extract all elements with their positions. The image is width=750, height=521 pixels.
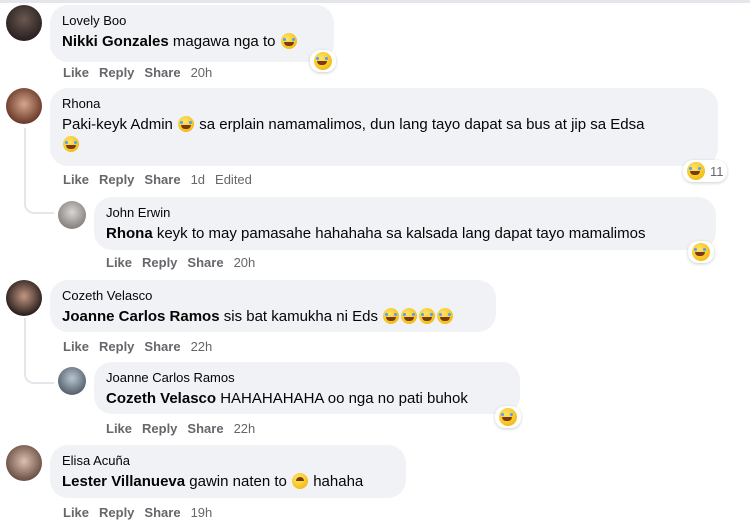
comment-timestamp[interactable]: 20h: [234, 255, 256, 270]
mention-link[interactable]: Lester Villanueva: [62, 473, 185, 490]
haha-reaction-icon: [314, 52, 332, 70]
crying-emoji-icon: [419, 308, 436, 324]
avatar[interactable]: [6, 5, 42, 41]
laughing-crying-emoji-icon: [63, 136, 79, 152]
comment-actions: Like Reply Share 22h: [106, 421, 265, 436]
haha-reaction-icon: [499, 408, 517, 426]
avatar[interactable]: [58, 367, 86, 395]
comment-actions: Like Reply Share 20h: [106, 255, 265, 270]
comment-timestamp[interactable]: 22h: [191, 339, 213, 354]
avatar[interactable]: [6, 280, 42, 316]
comment-text: hahaha: [309, 473, 364, 490]
comment-text: sis bat kamukha ni Eds: [219, 308, 378, 325]
comment-actions: Like Reply Share 22h: [63, 339, 222, 354]
mention-link[interactable]: Nikki Gonzales: [62, 33, 169, 50]
comment-actions: Like Reply Share 20h: [63, 65, 222, 80]
edited-label: Edited: [215, 172, 252, 187]
like-button[interactable]: Like: [106, 421, 132, 436]
like-button[interactable]: Like: [106, 255, 132, 270]
like-button[interactable]: Like: [63, 172, 89, 187]
crying-emoji-icon: [401, 308, 418, 324]
comment-timestamp[interactable]: 20h: [191, 65, 213, 80]
top-divider: [0, 0, 750, 3]
avatar[interactable]: [6, 445, 42, 481]
crying-emoji-icon: [383, 308, 400, 324]
reply-button[interactable]: Reply: [142, 421, 177, 436]
comment-author[interactable]: Rhona: [62, 96, 706, 111]
comment-author[interactable]: Joanne Carlos Ramos: [106, 370, 508, 385]
mention-link[interactable]: Rhona: [106, 225, 153, 242]
reaction-summary[interactable]: [310, 50, 336, 72]
reaction-summary[interactable]: 11: [683, 160, 727, 182]
mention-link[interactable]: Cozeth Velasco: [106, 390, 216, 407]
like-button[interactable]: Like: [63, 65, 89, 80]
mention-link[interactable]: Joanne Carlos Ramos: [62, 308, 220, 325]
reply-bubble: Joanne Carlos Ramos Cozeth Velasco HAHAH…: [94, 362, 520, 414]
like-button[interactable]: Like: [63, 505, 89, 520]
comment-bubble: Rhona Paki-keyk Admin sa erplain namamal…: [50, 88, 718, 166]
comment-timestamp[interactable]: 1d: [191, 172, 205, 187]
comment-author[interactable]: Elisa Acuña: [62, 453, 394, 468]
comment-bubble: Lovely Boo Nikki Gonzales magawa nga to: [50, 5, 334, 62]
comment-text: magawa nga to: [168, 33, 276, 50]
comment-timestamp[interactable]: 19h: [191, 505, 213, 520]
haha-reaction-icon: [687, 162, 705, 180]
reply-button[interactable]: Reply: [142, 255, 177, 270]
avatar[interactable]: [6, 88, 42, 124]
comment-text: keyk to may pamasahe hahahaha sa kalsada…: [152, 225, 646, 242]
share-button[interactable]: Share: [144, 339, 180, 354]
comment-author[interactable]: Lovely Boo: [62, 13, 322, 28]
reaction-summary[interactable]: [688, 241, 714, 263]
comment-text: Paki-keyk Admin: [62, 116, 173, 133]
crying-emoji-icon: [437, 308, 454, 324]
reply-button[interactable]: Reply: [99, 339, 134, 354]
reply-thread-line: [24, 318, 54, 384]
reaction-count: 11: [710, 163, 724, 179]
laughing-crying-emoji-icon: [178, 116, 195, 132]
share-button[interactable]: Share: [187, 421, 223, 436]
haha-reaction-icon: [692, 243, 710, 261]
reply-button[interactable]: Reply: [99, 65, 134, 80]
reaction-summary[interactable]: [495, 406, 521, 428]
share-button[interactable]: Share: [144, 172, 180, 187]
comment-actions: Like Reply Share 1d Edited: [63, 172, 262, 187]
upside-down-face-emoji-icon: [292, 473, 309, 489]
share-button[interactable]: Share: [144, 505, 180, 520]
comment-actions: Like Reply Share 19h: [63, 505, 222, 520]
reply-bubble: John Erwin Rhona keyk to may pamasahe ha…: [94, 197, 716, 250]
comment-text: sa erplain namamalimos, dun lang tayo da…: [195, 116, 645, 133]
reply-thread-line: [24, 128, 54, 214]
share-button[interactable]: Share: [187, 255, 223, 270]
comment-timestamp[interactable]: 22h: [234, 421, 256, 436]
reply-button[interactable]: Reply: [99, 505, 134, 520]
comment-author[interactable]: John Erwin: [106, 205, 704, 220]
reply-button[interactable]: Reply: [99, 172, 134, 187]
like-button[interactable]: Like: [63, 339, 89, 354]
comment-author[interactable]: Cozeth Velasco: [62, 288, 484, 303]
comment-bubble: Cozeth Velasco Joanne Carlos Ramos sis b…: [50, 280, 496, 332]
laughing-crying-emoji-icon: [280, 33, 297, 49]
comment-text: HAHAHAHAHA oo nga no pati buhok: [216, 390, 468, 407]
share-button[interactable]: Share: [144, 65, 180, 80]
comment-text: gawin naten to: [185, 473, 287, 490]
comment-bubble: Elisa Acuña Lester Villanueva gawin nate…: [50, 445, 406, 498]
avatar[interactable]: [58, 201, 86, 229]
